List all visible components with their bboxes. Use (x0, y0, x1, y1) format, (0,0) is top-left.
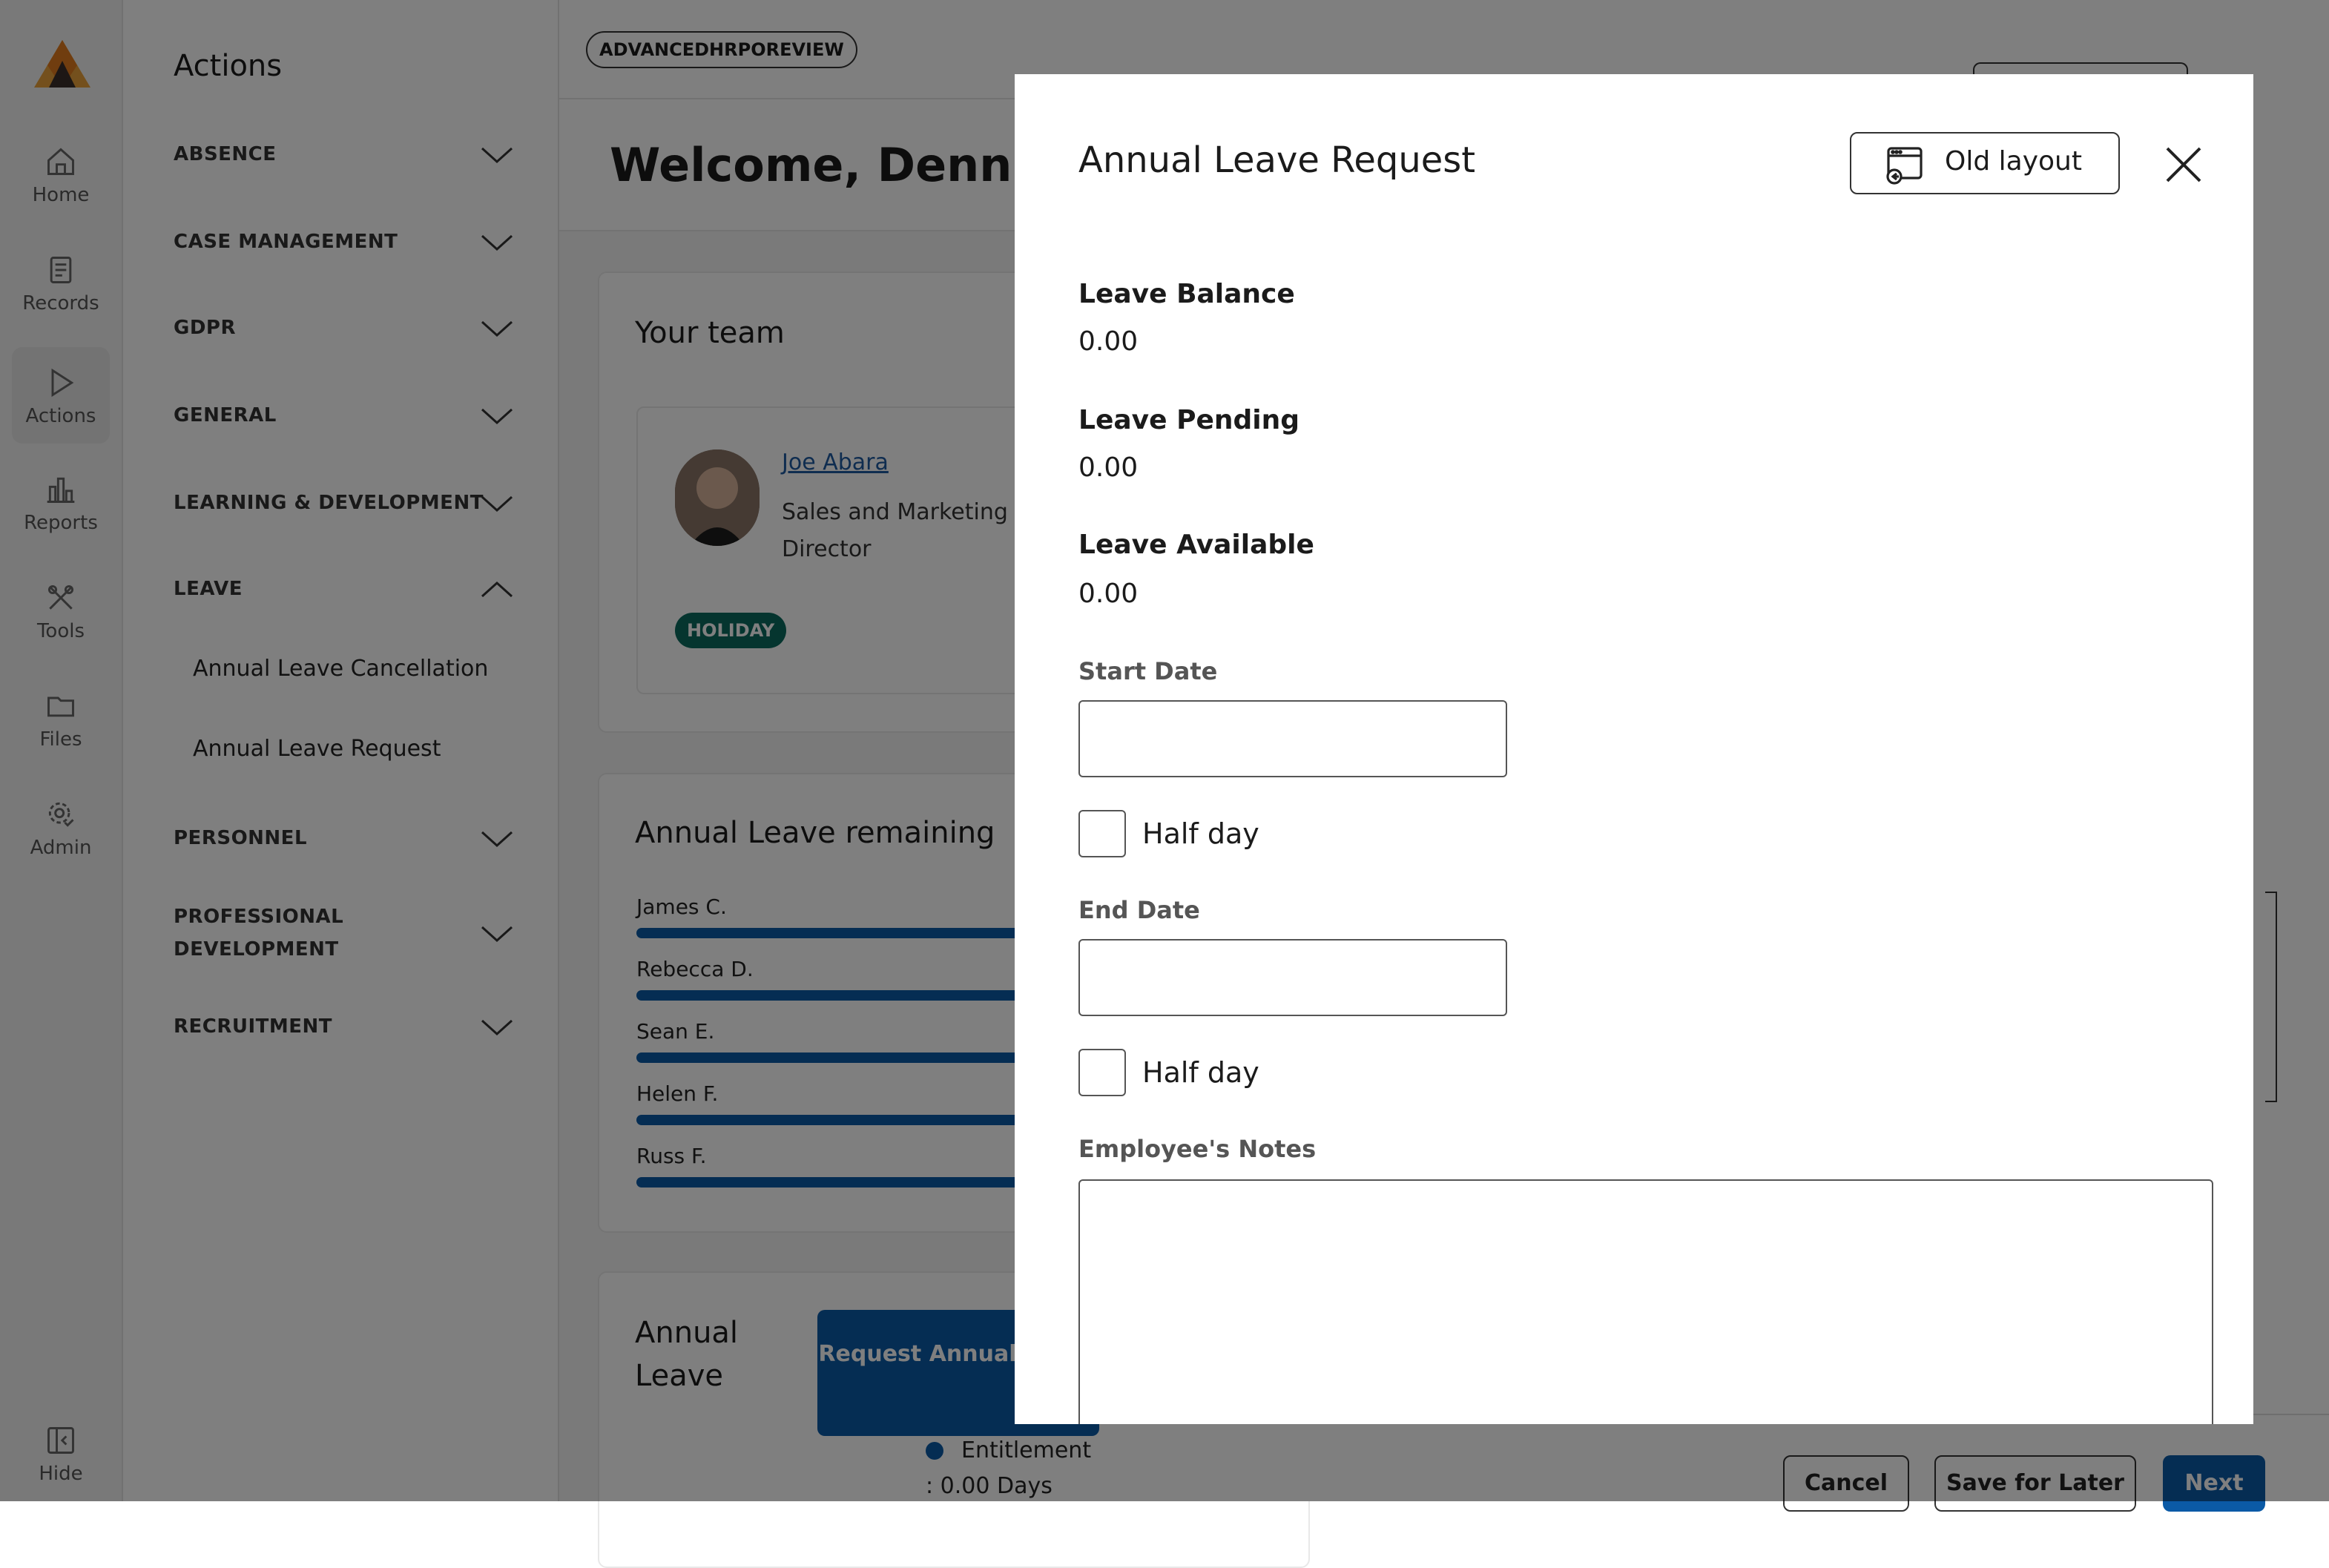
start-half-day-checkbox[interactable] (1078, 810, 1126, 857)
old-layout-button[interactable]: Old layout (1850, 132, 2120, 194)
leave-pending-label: Leave Pending (1078, 405, 1300, 435)
leave-available-label: Leave Available (1078, 530, 1314, 560)
dialog-title: Annual Leave Request (1078, 139, 1476, 181)
start-date-input[interactable] (1078, 700, 1507, 777)
start-half-day-label: Half day (1142, 817, 1259, 850)
leave-available-value: 0.00 (1078, 579, 1139, 609)
close-icon[interactable] (2163, 144, 2204, 185)
leave-pending-value: 0.00 (1078, 452, 1139, 483)
employee-notes-textarea[interactable] (1078, 1179, 2213, 1424)
end-date-label: End Date (1078, 896, 1200, 924)
end-date-input[interactable] (1078, 939, 1507, 1016)
end-half-day-checkbox[interactable] (1078, 1049, 1126, 1096)
window-back-icon (1886, 147, 1923, 185)
end-half-day-label: Half day (1142, 1056, 1259, 1089)
leave-balance-label: Leave Balance (1078, 279, 1295, 309)
start-date-label: Start Date (1078, 657, 1218, 685)
annual-leave-request-dialog: Annual Leave Request Old layout Leave Ba… (1015, 74, 2253, 1424)
employee-notes-label: Employee's Notes (1078, 1135, 1317, 1163)
leave-balance-value: 0.00 (1078, 326, 1139, 357)
